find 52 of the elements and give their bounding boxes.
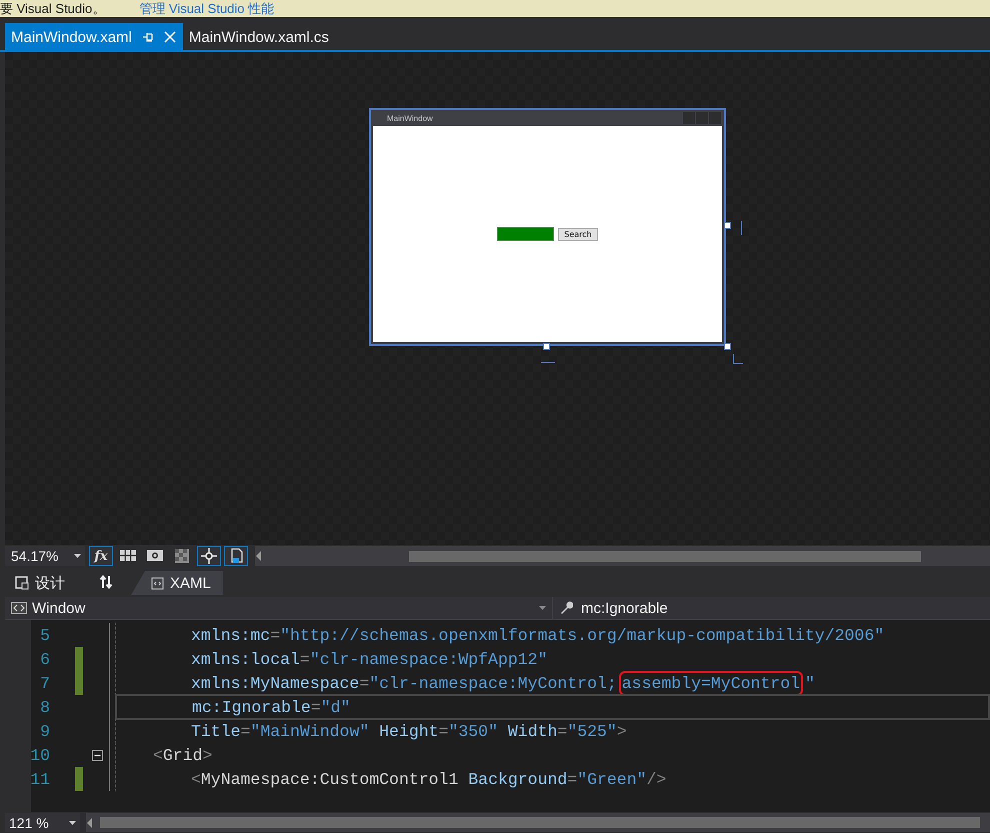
line-number: 11	[29, 770, 51, 788]
design-view-icon	[15, 576, 29, 590]
scroll-left-icon[interactable]	[255, 551, 263, 561]
resize-handle[interactable]	[724, 222, 731, 229]
pin-icon[interactable]	[142, 31, 154, 43]
view-tab[interactable]: 设计	[5, 571, 77, 595]
line-number: 7	[39, 674, 51, 692]
custom-control	[497, 227, 554, 241]
manage-performance-link[interactable]: 管理 Visual Studio 性能	[139, 0, 274, 17]
editor-zoom-dropdown[interactable]: 121 %	[5, 813, 80, 832]
horizontal-scrollbar[interactable]	[255, 546, 990, 566]
code-line: <Grid>	[115, 742, 990, 768]
document-tab[interactable]: MainWindow.xaml	[5, 23, 183, 50]
margin-line	[741, 221, 742, 235]
project-code-toggle[interactable]	[224, 546, 248, 566]
element-dropdown[interactable]: Window	[5, 597, 553, 619]
scrollbar-thumb[interactable]	[409, 550, 921, 562]
resize-handle[interactable]	[543, 343, 550, 350]
margin-line	[541, 362, 555, 363]
swap-panes-icon[interactable]	[99, 575, 113, 589]
snap-lines-toggle[interactable]	[197, 546, 221, 566]
scrollbar-thumb[interactable]	[100, 817, 980, 828]
code-line: <MyNamespace:CustomControl1 Background="Green"/>	[115, 766, 990, 792]
resize-handle[interactable]	[724, 343, 731, 350]
crosshair-icon	[199, 546, 219, 566]
search-button[interactable]: Search	[558, 228, 598, 240]
collapse-icon[interactable]	[92, 750, 103, 760]
line-number: 10	[29, 746, 51, 764]
line-number: 9	[39, 722, 51, 740]
line-number: 6	[39, 650, 51, 668]
code-line: xmlns:MyNamespace="clr-namespace:MyControl; assembly=MyControl "	[115, 670, 990, 696]
dropdown-arrow-icon	[74, 554, 81, 558]
checkerboard-icon	[172, 546, 192, 566]
close-icon[interactable]	[164, 31, 176, 43]
zoom-dropdown[interactable]: 54.17%	[5, 546, 85, 566]
document-tab[interactable]: MainWindow.xaml.cs	[182, 23, 336, 50]
element-icon	[11, 602, 27, 614]
member-dropdown[interactable]: mc:Ignorable	[553, 597, 990, 619]
effects-toggle[interactable]: fx	[89, 546, 113, 566]
view-tab[interactable]: XAML	[131, 571, 223, 595]
dropdown-arrow-icon	[69, 820, 76, 824]
line-number: 5	[39, 626, 51, 644]
code-line: xmlns:local="clr-namespace:WpfApp12"	[115, 646, 990, 672]
window-title: MainWindow	[387, 114, 433, 122]
xaml-view-icon	[151, 576, 164, 590]
dropdown-arrow-icon	[539, 606, 546, 610]
line-number: 8	[39, 698, 51, 716]
scroll-left-icon[interactable]	[86, 818, 94, 828]
code-line: xmlns:mc="http://schemas.openxmlformats.org/markup-compatibility/2006"	[115, 622, 990, 648]
horizontal-scrollbar[interactable]	[86, 813, 990, 832]
code-line: Title="MainWindow" Height="350" Width="525">	[115, 718, 990, 744]
info-message: 要 Visual Studio。	[0, 0, 106, 17]
